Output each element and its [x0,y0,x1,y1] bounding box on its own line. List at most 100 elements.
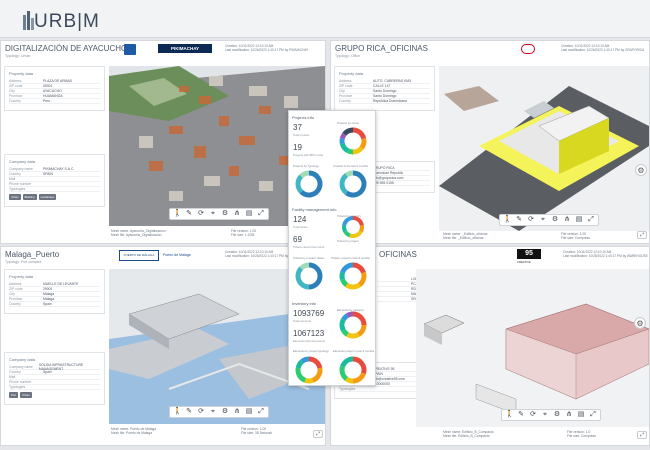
project-card-ayacucho[interactable]: DIGITALIZACIÓN DE AYACUCHO Typology: Urb… [0,40,326,244]
donut-segment [342,127,354,136]
measure-icon[interactable]: ⌖ [539,215,547,225]
fullscreen-icon[interactable]: ⤢ [589,410,597,420]
measure-icon[interactable]: ⌖ [209,209,217,219]
person-icon[interactable]: 🚶 [505,410,514,420]
fullscreen-icon[interactable]: ⤢ [257,209,265,219]
row-value: AYACUCHO [43,89,62,93]
donut-segment [339,318,346,332]
donut-segment [345,170,354,178]
row-value: Santo Domingo [373,94,397,98]
pencil-icon[interactable]: ✎ [517,410,525,420]
project-title: Malaga_Puerto [5,250,60,259]
settings-gear-button[interactable]: ⚙ [634,317,646,329]
layers-icon[interactable]: ▤ [245,407,253,417]
app-header: URB|M [0,0,650,38]
pencil-icon[interactable]: ✎ [515,215,523,225]
row-key: City [9,89,15,93]
gear-icon[interactable]: ⚙ [553,410,561,420]
orbit-icon[interactable]: ⟳ [529,410,537,420]
fullscreen-icon[interactable]: ⤢ [587,215,595,225]
3d-viewer[interactable]: 🚶 ✎ ⟳ ⌖ ⚙ ⋔ ▤ ⤢ ⚙ [439,66,649,231]
logo-text: URB|M [34,11,100,32]
donut-segment [340,278,349,287]
brand-logo: 95 [517,249,541,259]
property-title: Property data [339,71,364,76]
person-icon[interactable]: 🚶 [173,407,182,417]
project-title: GRUPO RICA_OFICINAS [335,44,428,53]
row-key: Address [9,282,22,286]
project-card-malaga[interactable]: Malaga_Puerto Typology: Port complex PUE… [0,246,326,446]
row-value: Santo Domingo [373,89,397,93]
person-icon[interactable]: 🚶 [503,215,512,225]
row-key: Typologies [9,187,26,191]
measure-icon[interactable]: ⌖ [541,410,549,420]
expand-button[interactable]: ⤢ [313,430,323,438]
row-value: PIKIMACHAY S.A.C. [43,167,75,171]
viewer-toolbar: 🚶 ✎ ⟳ ⌖ ⚙ ⋔ ▤ ⤢ [169,406,269,418]
row-key: Country [9,370,21,374]
row-key: Phone number [9,380,32,384]
donut-segment [304,377,314,384]
company-data: Company data Company name SOLIDA INFRASTR… [4,352,105,405]
donut-segment [308,262,323,290]
file-size: File size: 3D Network [241,431,273,435]
measure-icon[interactable]: ⌖ [209,407,217,417]
donut-segment [346,311,354,318]
donut-segment [339,365,349,381]
file-size: File size: 1.2GB [231,233,255,237]
donut-segment [339,142,350,154]
donut-segment [357,324,367,337]
typology-tag[interactable]: Urban [9,194,21,200]
expand-button[interactable]: ⤢ [637,231,647,239]
project-typology: Typology: Urban [5,54,31,58]
gear-icon[interactable]: ⚙ [551,215,559,225]
pencil-icon[interactable]: ✎ [185,209,193,219]
project-card-grupo-rica[interactable]: GRUPO RICA_OFICINAS Typology: Office Cre… [330,40,650,244]
project-card-oficinas[interactable]: OFICINAS 95 CREATIVE Creation: 10/11/202… [330,246,650,446]
row-value: MUELLE DE LEVANTE [43,282,79,286]
pencil-icon[interactable]: ✎ [185,407,193,417]
donut-segment [311,367,323,383]
gear-icon[interactable]: ⚙ [221,407,229,417]
row-key: Company name [9,365,33,369]
row-value: Dominican Republic [373,171,404,175]
data-row: Typologies [9,187,100,192]
owner-logo [521,44,535,54]
fullscreen-icon[interactable]: ⤢ [257,407,265,417]
settings-gear-button[interactable]: ⚙ [635,164,647,176]
expand-button[interactable]: ⤢ [637,431,647,439]
hierarchy-icon[interactable]: ⋔ [565,410,573,420]
owner-logo [124,44,136,55]
property-data: Property data Address AUTO. CARRERAS KM3 Z… [334,66,435,111]
hierarchy-icon[interactable]: ⋔ [233,407,241,417]
layers-icon[interactable]: ▤ [577,410,585,420]
gear-icon[interactable]: ⚙ [221,209,229,219]
mesh-info: Mesh name: Edificio_B_Compacto Mesh file… [443,430,494,438]
typology-tag[interactable]: Urban [20,392,32,398]
layers-icon[interactable]: ▤ [575,215,583,225]
mesh-file: Mesh file: _Edificio_oficinas [443,236,484,240]
mesh-info: Mesh name: Ayacucho_Digitalización Mesh … [111,229,166,237]
row-key: City [339,89,345,93]
row-value: Málaga [43,297,55,301]
hierarchy-icon[interactable]: ⋔ [233,209,241,219]
data-row: Typologies [9,385,100,390]
typology-tag[interactable]: Building [22,194,37,200]
file-info: File version: 1.0 File size: Compress [567,430,596,438]
orbit-icon[interactable]: ⟳ [527,215,535,225]
mesh-file: Mesh file: Puerto de Malaga [111,431,153,435]
row-value: Málaga [43,292,55,296]
donut-segment [352,372,366,384]
donut-segment [346,332,360,339]
layers-icon[interactable]: ▤ [245,209,253,219]
row-value: SPAIN [43,172,53,176]
hierarchy-icon[interactable]: ⋔ [563,215,571,225]
typology-tag[interactable]: Landscape [38,194,57,200]
brand-subtitle: CREATIVE [517,260,531,264]
orbit-icon[interactable]: ⟳ [197,407,205,417]
3d-viewer[interactable]: 🚶 ✎ ⟳ ⌖ ⚙ ⋔ ▤ ⤢ ⚙ [416,269,649,427]
orbit-icon[interactable]: ⟳ [197,209,205,219]
donut-segment [339,271,345,281]
person-icon[interactable]: 🚶 [173,209,182,219]
typology-tag[interactable]: Port [9,392,19,398]
